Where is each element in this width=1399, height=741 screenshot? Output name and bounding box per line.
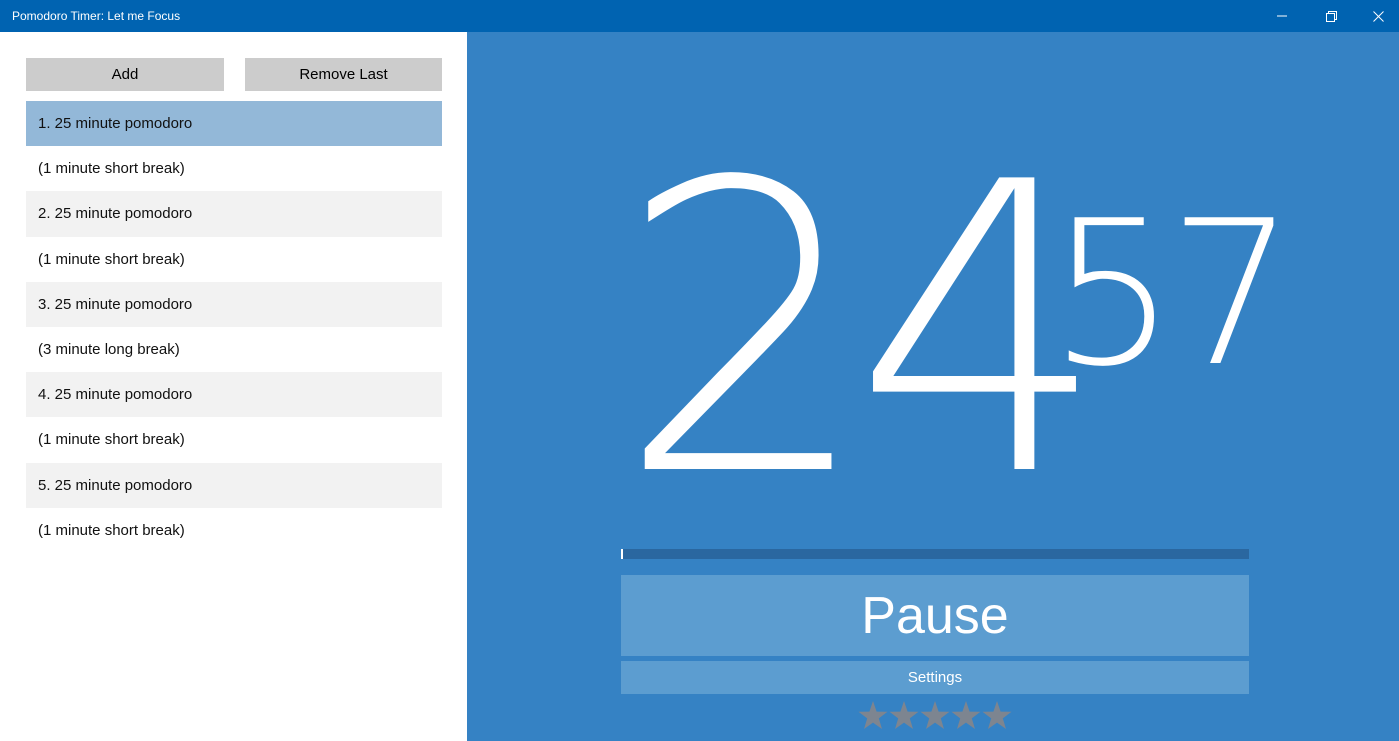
window-title: Pomodoro Timer: Let me Focus [12, 9, 181, 23]
list-item[interactable]: 4. 25 minute pomodoro [26, 372, 442, 418]
minimize-icon [1277, 11, 1287, 21]
close-button[interactable] [1355, 0, 1399, 32]
add-button[interactable]: Add [26, 58, 224, 91]
star-icon[interactable] [889, 698, 919, 732]
pomodoro-queue-list: 1. 25 minute pomodoro (1 minute short br… [26, 101, 442, 553]
list-item[interactable]: (1 minute short break) [26, 417, 442, 462]
minimize-button[interactable] [1259, 0, 1305, 32]
close-icon [1372, 10, 1384, 22]
list-item[interactable]: 1. 25 minute pomodoro [26, 101, 442, 147]
queue-pane: Add Remove Last 1. 25 minute pomodoro (1… [0, 32, 467, 741]
timer-minutes: 24 [617, 99, 1108, 564]
title-bar: Pomodoro Timer: Let me Focus [0, 0, 1399, 32]
list-item[interactable]: 5. 25 minute pomodoro [26, 462, 442, 508]
settings-button[interactable]: Settings [621, 661, 1249, 694]
list-item[interactable]: (1 minute short break) [26, 508, 442, 553]
pause-button[interactable]: Pause [621, 575, 1249, 656]
timer-pane: 24 57 Pause Settings [467, 32, 1399, 741]
list-item[interactable]: 3. 25 minute pomodoro [26, 281, 442, 327]
list-item[interactable]: 2. 25 minute pomodoro [26, 191, 442, 237]
restore-icon [1325, 10, 1337, 22]
list-item[interactable]: (3 minute long break) [26, 327, 442, 372]
progress-bar-fill [621, 549, 623, 559]
restore-button[interactable] [1308, 0, 1354, 32]
remove-last-button[interactable]: Remove Last [245, 58, 442, 91]
star-icon[interactable] [982, 698, 1012, 732]
list-item[interactable]: (1 minute short break) [26, 146, 442, 191]
rating-stars [858, 698, 1012, 732]
timer-seconds: 57 [1049, 178, 1296, 411]
star-icon[interactable] [920, 698, 950, 732]
star-icon[interactable] [858, 698, 888, 732]
list-item[interactable]: (1 minute short break) [26, 237, 442, 282]
progress-bar [621, 549, 1249, 559]
star-icon[interactable] [951, 698, 981, 732]
